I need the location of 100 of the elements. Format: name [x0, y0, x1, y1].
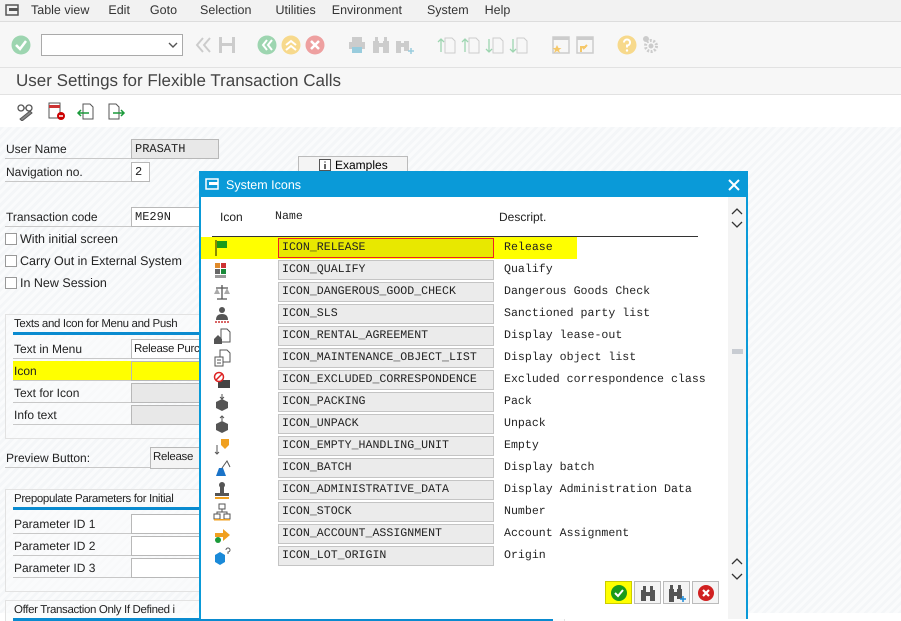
- icon-list-row[interactable]: ICON_ACCOUNT_ASSIGNMENT Account Assignment: [201, 523, 634, 545]
- icon-name-field: ICON_EMPTY_HANDLING_UNIT: [278, 436, 494, 456]
- column-header: Descript.: [499, 208, 546, 226]
- cancel-icon: [696, 584, 714, 602]
- icon-list-row[interactable]: ICON_RELEASE Release: [201, 237, 577, 259]
- menu-icon[interactable]: [205, 178, 221, 192]
- scroll-down-icon[interactable]: [731, 573, 743, 581]
- cancel-icon[interactable]: [305, 34, 325, 54]
- icon-list-row[interactable]: ICON_EMPTY_HANDLING_UNIT Empty: [201, 435, 577, 457]
- checkbox-label: Carry Out in External System: [20, 252, 182, 270]
- screen-title: User Settings for Flexible Transaction Calls: [0, 68, 901, 95]
- binoculars-plus-icon: [668, 584, 686, 602]
- next-document-icon[interactable]: [106, 101, 126, 121]
- menu-icon[interactable]: [5, 4, 21, 18]
- delete-row-icon[interactable]: [46, 101, 66, 121]
- icon-description: Display batch: [504, 460, 594, 476]
- cancel-button[interactable]: [692, 581, 719, 604]
- shortcut-icon[interactable]: [575, 34, 595, 54]
- next-page-icon[interactable]: [485, 34, 505, 54]
- dialog-title: System Icons: [226, 176, 302, 194]
- icon-name-field: ICON_DANGEROUS_GOOD_CHECK: [278, 282, 494, 302]
- scroll-up-icon[interactable]: [731, 207, 743, 215]
- close-icon[interactable]: [728, 179, 740, 191]
- icon-description: Release: [504, 240, 553, 256]
- icon-description: Display object list: [504, 350, 636, 366]
- ok-button[interactable]: [605, 581, 632, 604]
- back-icon[interactable]: [257, 34, 277, 54]
- previous-document-icon[interactable]: [76, 101, 96, 121]
- new-session-icon[interactable]: [551, 34, 571, 54]
- menu-item[interactable]: Environment: [332, 1, 412, 20]
- icon-description: Origin: [504, 548, 546, 564]
- settings-icon[interactable]: [641, 34, 661, 54]
- icon-name-field: ICON_ACCOUNT_ASSIGNMENT: [278, 524, 494, 544]
- command-field[interactable]: [41, 34, 183, 56]
- menu-item[interactable]: Help: [484, 1, 520, 20]
- checkbox[interactable]: [5, 255, 17, 267]
- checkbox[interactable]: [5, 233, 17, 245]
- icon-name-field: ICON_UNPACK: [278, 414, 494, 434]
- column-header: Icon: [219, 208, 244, 226]
- icon-name-field: ICON_BATCH: [278, 458, 494, 478]
- first-page-icon[interactable]: [437, 34, 457, 54]
- icon-list-row[interactable]: ICON_PACKING Pack: [201, 391, 577, 413]
- person-icon: [213, 305, 231, 323]
- menu-item[interactable]: Utilities: [275, 1, 326, 20]
- scroll-thumb[interactable]: [732, 349, 743, 354]
- input-field[interactable]: PRASATH: [131, 139, 219, 159]
- icon-description: Qualify: [504, 262, 553, 278]
- icon-list-row[interactable]: ICON_QUALIFY Qualify: [201, 259, 577, 281]
- icon-description: Dangerous Goods Check: [504, 284, 650, 300]
- menu-item[interactable]: Goto: [150, 1, 188, 20]
- binoculars-icon[interactable]: [371, 34, 391, 54]
- menu-item[interactable]: System: [426, 1, 479, 20]
- checkbox-label: With initial screen: [20, 230, 118, 248]
- input-field[interactable]: 2: [131, 162, 150, 182]
- hierarchy-icon: [213, 503, 231, 521]
- icon-name-field: ICON_RELEASE: [278, 238, 494, 258]
- box-icon: [213, 393, 231, 411]
- icon-name-field: ICON_LOT_ORIGIN: [278, 546, 494, 566]
- shield-icon: [213, 437, 231, 455]
- icon-name-field: ICON_PACKING: [278, 392, 494, 412]
- scroll-up-icon[interactable]: [731, 557, 743, 565]
- icon-name-field: ICON_STOCK: [278, 502, 494, 522]
- icon-list-row[interactable]: ICON_UNPACK Unpack: [201, 413, 577, 435]
- double-chevron-icon[interactable]: [193, 34, 213, 54]
- icon-list-row[interactable]: ICON_EXCLUDED_CORRESPONDENCE Excluded correspondence class: [201, 369, 710, 391]
- icon-name-field: ICON_MAINTENANCE_OBJECT_LIST: [278, 348, 494, 368]
- icon-name-field: ICON_ADMINISTRATIVE_DATA: [278, 480, 494, 500]
- checkbox-label: In New Session: [20, 274, 107, 292]
- last-page-icon[interactable]: [509, 34, 529, 54]
- icon-name-field: ICON_SLS: [278, 304, 494, 324]
- icon-description: Unpack: [504, 416, 546, 432]
- icon-list-row[interactable]: ICON_BATCH Display batch: [201, 457, 598, 479]
- house-document-icon: [213, 327, 231, 345]
- icon-description: Pack: [504, 394, 532, 410]
- menu-item[interactable]: Selection: [200, 1, 262, 20]
- document-list-icon: [213, 349, 231, 367]
- cube-icon: [213, 547, 231, 565]
- flask-icon: [213, 459, 231, 477]
- menu-item[interactable]: Edit: [108, 1, 140, 20]
- previous-page-icon[interactable]: [461, 34, 481, 54]
- find-button[interactable]: [634, 581, 661, 604]
- scale-icon: [213, 283, 231, 301]
- scroll-down-icon[interactable]: [731, 221, 743, 229]
- checkbox[interactable]: [5, 277, 17, 289]
- stamp-icon: [213, 481, 231, 499]
- caret-icon[interactable]: [168, 42, 178, 48]
- icon-name-field: ICON_RENTAL_AGREEMENT: [278, 326, 494, 346]
- icon-description: Account Assignment: [504, 526, 630, 542]
- field-label: Icon: [13, 361, 131, 381]
- icon-name-field: ICON_EXCLUDED_CORRESPONDENCE: [278, 370, 494, 390]
- icon-list-row[interactable]: ICON_MAINTENANCE_OBJECT_LIST Display object list: [201, 347, 640, 369]
- find-next-button[interactable]: [663, 581, 690, 604]
- binoculars-icon: [638, 584, 656, 602]
- icon-description: Excluded correspondence class: [504, 372, 706, 388]
- box-icon: [213, 415, 231, 433]
- enter-icon[interactable]: [11, 34, 31, 54]
- print-icon[interactable]: [347, 34, 367, 54]
- menu-item[interactable]: Table view: [31, 1, 100, 20]
- icon-list-row[interactable]: ICON_DANGEROUS_GOOD_CHECK Dangerous Goods Check: [201, 281, 654, 303]
- icon-list-row[interactable]: ICON_LOT_ORIGIN Origin: [201, 545, 577, 567]
